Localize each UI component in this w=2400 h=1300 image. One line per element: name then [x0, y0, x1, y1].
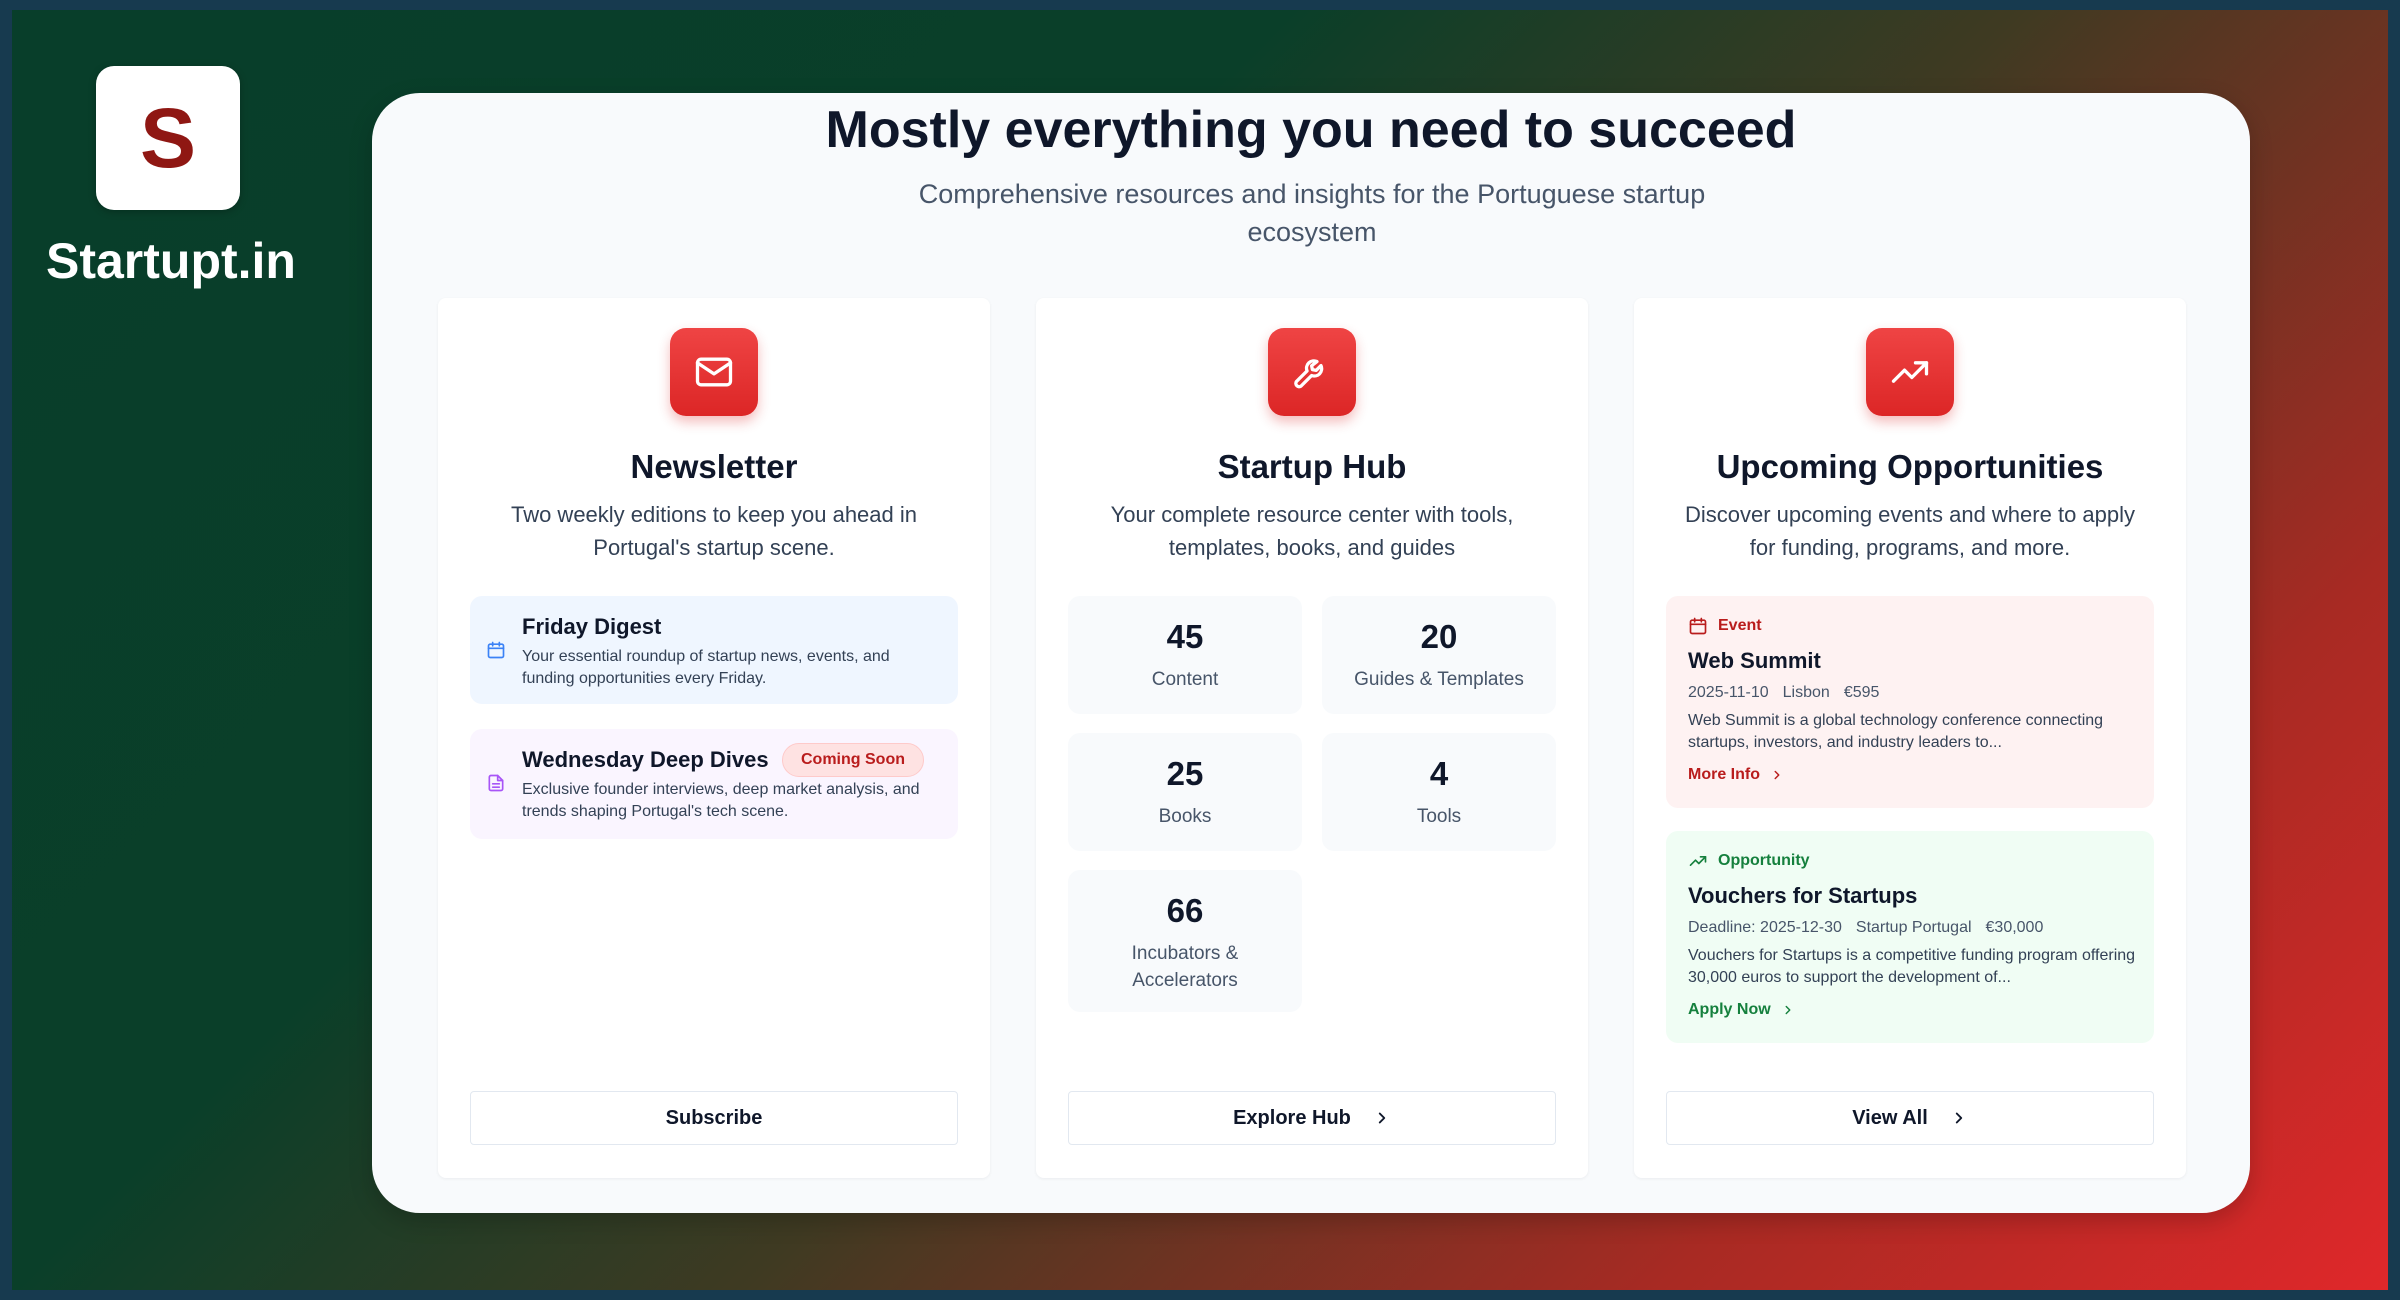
stat-guides-templates[interactable]: 20 Guides & Templates	[1322, 596, 1556, 714]
page-subtitle: Comprehensive resources and insights for…	[918, 179, 1706, 247]
stat-books[interactable]: 25 Books	[1068, 733, 1302, 851]
newsletter-card: Newsletter Two weekly editions to keep y…	[438, 298, 990, 1178]
opportunities-card: Upcoming Opportunities Discover upcoming…	[1634, 298, 2186, 1178]
opportunity-title: Web Summit	[1688, 648, 1821, 673]
apply-now-link[interactable]: Apply Now	[1688, 1001, 1795, 1019]
stat-value: 66	[1166, 892, 1204, 929]
opportunity-organizer: Startup Portugal	[1855, 919, 1972, 936]
subscribe-button[interactable]: Subscribe	[470, 1091, 958, 1145]
trending-up-icon	[1689, 856, 1707, 866]
opportunities-title: Upcoming Opportunities	[1716, 448, 2104, 485]
trending-up-icon	[1866, 328, 1954, 416]
newsletter-item-friday-digest[interactable]: Friday Digest Your essential roundup of …	[470, 596, 958, 704]
stat-label: Guides & Templates	[1354, 669, 1524, 690]
brand-name: Startupt.in	[46, 233, 296, 289]
opportunity-location: Lisbon	[1782, 684, 1830, 701]
opportunity-text: Web Summit is a global technology confer…	[1688, 712, 2104, 751]
calendar-icon	[487, 641, 505, 659]
stat-content[interactable]: 45 Content	[1068, 596, 1302, 714]
chevron-right-icon	[1378, 1112, 1386, 1124]
document-icon	[488, 774, 504, 792]
chevron-right-icon	[1774, 770, 1780, 780]
mail-icon	[670, 328, 758, 416]
opportunity-item-vouchers-for-startups[interactable]: Opportunity Vouchers for Startups Deadli…	[1666, 831, 2154, 1043]
opportunity-meta: Deadline: 2025-12-30 Startup Portugal €3…	[1688, 919, 2043, 937]
opportunities-description: Discover upcoming events and where to ap…	[1684, 502, 2136, 560]
newsletter-item-title: Friday Digest	[522, 614, 662, 639]
wrench-icon	[1268, 328, 1356, 416]
stat-label: Content	[1151, 669, 1219, 690]
newsletter-item-wednesday-deep-dives[interactable]: Wednesday Deep Dives Coming Soon Exclusi…	[470, 729, 958, 839]
opportunity-meta: 2025-11-10 Lisbon €595	[1688, 684, 1879, 702]
chevron-right-icon	[1785, 1005, 1791, 1015]
newsletter-description: Two weekly editions to keep you ahead in…	[510, 502, 918, 560]
more-info-label: More Info	[1688, 766, 1760, 783]
chevron-right-icon	[1955, 1112, 1962, 1124]
view-all-button-label: View All	[1852, 1106, 1928, 1129]
coming-soon-badge: Coming Soon	[782, 743, 924, 777]
event-tag: Event	[1688, 616, 1762, 636]
newsletter-title: Newsletter	[630, 448, 798, 485]
explore-hub-button-label: Explore Hub	[1233, 1106, 1351, 1129]
stat-value: 20	[1420, 618, 1458, 655]
stat-tools[interactable]: 4 Tools	[1322, 733, 1556, 851]
newsletter-item-text: Exclusive founder interviews, deep marke…	[522, 781, 920, 820]
more-info-link[interactable]: More Info	[1688, 766, 1784, 784]
opportunity-deadline: Deadline: 2025-12-30	[1688, 919, 1842, 936]
page-title: Mostly everything you need to succeed	[825, 101, 1797, 159]
logo-letter: S	[139, 90, 197, 185]
opportunity-price: €595	[1843, 684, 1880, 701]
newsletter-item-text: Your essential roundup of startup news, …	[522, 648, 890, 687]
stat-incubators-accelerators[interactable]: 66 Incubators & Accelerators	[1068, 870, 1302, 1012]
opportunity-text: Vouchers for Startups is a competitive f…	[1688, 947, 2136, 986]
startup-hub-description: Your complete resource center with tools…	[1110, 502, 1514, 560]
stat-value: 45	[1166, 618, 1204, 655]
opportunity-tag-label: Opportunity	[1718, 852, 1810, 869]
explore-hub-button[interactable]: Explore Hub	[1068, 1091, 1556, 1145]
opportunity-date: 2025-11-10	[1688, 684, 1769, 701]
stat-value: 25	[1166, 755, 1204, 792]
stat-label: Books	[1158, 806, 1212, 827]
subscribe-button-label: Subscribe	[665, 1106, 763, 1129]
opportunity-amount: €30,000	[1985, 919, 2044, 936]
stat-label: Tools	[1416, 806, 1462, 827]
calendar-icon	[1689, 617, 1707, 635]
opportunity-item-web-summit[interactable]: Event Web Summit 2025-11-10 Lisbon €595 …	[1666, 596, 2154, 808]
logo[interactable]: S	[96, 66, 240, 210]
event-tag-label: Event	[1718, 617, 1762, 634]
opportunity-tag: Opportunity	[1688, 851, 1810, 871]
startup-hub-title: Startup Hub	[1217, 448, 1407, 485]
features-panel: Mostly everything you need to succeed Co…	[372, 93, 2250, 1213]
apply-now-label: Apply Now	[1688, 1001, 1771, 1018]
view-all-button[interactable]: View All	[1666, 1091, 2154, 1145]
stat-value: 4	[1429, 755, 1449, 792]
opportunity-title: Vouchers for Startups	[1688, 883, 1918, 908]
startup-hub-card: Startup Hub Your complete resource cente…	[1036, 298, 1588, 1178]
newsletter-item-title: Wednesday Deep Dives	[522, 747, 769, 772]
stat-label: Incubators & Accelerators	[1131, 943, 1239, 991]
